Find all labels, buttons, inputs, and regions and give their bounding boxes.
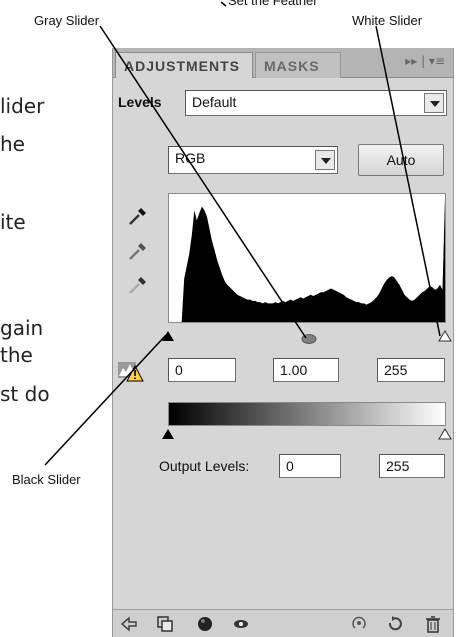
view-previous-state-icon[interactable]	[349, 614, 369, 634]
histogram-graph	[169, 198, 445, 322]
white-point-eyedropper-icon[interactable]	[127, 274, 149, 296]
output-white-field[interactable]: 255	[379, 454, 445, 478]
histogram	[168, 193, 446, 323]
chevron-down-icon[interactable]	[424, 93, 444, 113]
callout-black-slider: Black Slider	[12, 472, 81, 487]
body-text-line-2: he	[0, 132, 25, 156]
output-gradient-bar	[168, 402, 446, 426]
reset-icon[interactable]	[385, 614, 405, 634]
callout-white-slider: White Slider	[352, 13, 423, 28]
levels-label: Levels	[118, 94, 162, 110]
black-point-eyedropper-icon[interactable]	[127, 205, 149, 227]
clip-to-layer-icon[interactable]	[155, 614, 175, 634]
clipping-warning-icon[interactable]	[117, 358, 145, 384]
body-text-line-5: the	[0, 343, 33, 367]
preset-value: Default	[192, 94, 237, 110]
body-text-line-6: st do	[0, 382, 50, 406]
channel-dropdown[interactable]: RGB	[168, 146, 338, 174]
body-text-line-1: lider	[0, 94, 45, 118]
channel-value: RGB	[175, 150, 206, 166]
histogram-area	[169, 198, 445, 322]
panel-bottom-toolbar	[113, 609, 453, 637]
input-white-field[interactable]: 255	[377, 358, 445, 382]
gray-point-eyedropper-icon[interactable]	[127, 240, 149, 262]
white-output-slider[interactable]	[438, 428, 452, 440]
body-text-line-3: ite	[0, 210, 26, 234]
tab-masks[interactable]: MASKS	[255, 52, 341, 78]
black-input-slider[interactable]	[161, 330, 175, 342]
output-levels-label: Output Levels:	[159, 458, 250, 474]
callout-set-feather: Set the Feather	[228, 0, 318, 8]
return-arrow-icon[interactable]	[119, 614, 139, 634]
input-black-field[interactable]: 0	[168, 358, 236, 382]
tab-adjustments[interactable]: ADJUSTMENTS	[115, 52, 253, 78]
white-input-slider[interactable]	[438, 330, 452, 342]
auto-button[interactable]: Auto	[358, 144, 444, 176]
output-black-field[interactable]: 0	[279, 454, 341, 478]
panel-tab-bar: ADJUSTMENTS MASKS ▸▸ | ▾≡	[113, 48, 453, 78]
panel-menu-icon[interactable]: ▸▸ | ▾≡	[405, 54, 445, 68]
input-gray-field[interactable]: 1.00	[273, 358, 339, 382]
mask-circle-icon[interactable]	[195, 614, 215, 634]
black-output-slider[interactable]	[161, 428, 175, 440]
gray-input-slider[interactable]	[301, 332, 317, 344]
body-text-line-4: gain	[0, 316, 44, 340]
preset-dropdown[interactable]: Default	[185, 90, 447, 116]
eye-icon[interactable]	[231, 614, 251, 634]
trash-icon[interactable]	[423, 614, 443, 634]
chevron-down-icon[interactable]	[315, 150, 335, 170]
adjustments-panel: ADJUSTMENTS MASKS ▸▸ | ▾≡ Levels Default…	[112, 48, 454, 637]
callout-gray-slider: Gray Slider	[34, 13, 100, 28]
